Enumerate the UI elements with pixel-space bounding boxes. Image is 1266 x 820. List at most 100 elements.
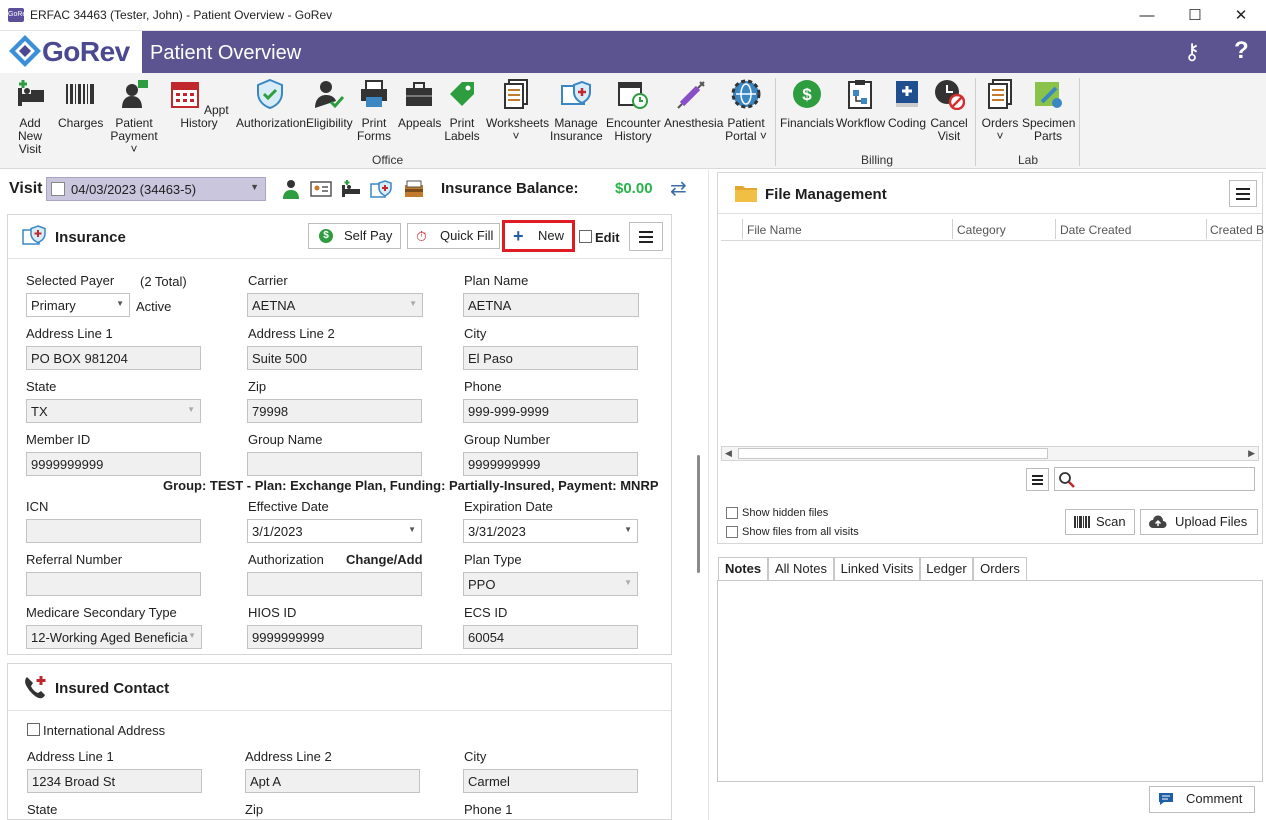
ribbon-separator — [975, 78, 976, 166]
plan-type-select[interactable]: PPO ▼ — [463, 572, 638, 596]
chevron-down-icon: ▼ — [250, 182, 259, 192]
payer-select[interactable]: Primary ▼ — [26, 293, 130, 317]
column-date-created[interactable]: Date Created — [1060, 223, 1131, 237]
tab-notes[interactable]: Notes — [718, 557, 768, 581]
state-select[interactable]: TX ▼ — [26, 399, 201, 423]
patient-icon[interactable] — [280, 179, 302, 199]
appt-history-button[interactable]: Appt History — [166, 78, 232, 130]
patient-payment-button[interactable]: Patient Payment ˅ — [106, 78, 162, 156]
print-forms-button[interactable]: Print Forms — [354, 78, 394, 143]
add-new-visit-button[interactable]: Add New Visit — [6, 78, 54, 156]
plan-name-field[interactable]: AETNA — [463, 293, 639, 317]
group-number-field[interactable]: 9999999999 — [463, 452, 638, 476]
tab-all-notes[interactable]: All Notes — [768, 557, 834, 581]
effective-date-picker[interactable]: 3/1/2023 ▼ — [247, 519, 422, 543]
insurance-menu-button[interactable] — [629, 222, 663, 251]
city-field[interactable]: El Paso — [463, 346, 638, 370]
address1-field[interactable]: PO BOX 981204 — [26, 346, 201, 370]
scan-button[interactable]: Scan — [1065, 509, 1135, 535]
charges-button[interactable]: Charges — [58, 78, 103, 130]
selected-payer-label: Selected Payer — [26, 273, 115, 288]
chevron-down-icon: ▼ — [188, 631, 196, 640]
phone-field[interactable]: 999-999-9999 — [463, 399, 638, 423]
globe-gear-icon — [731, 79, 761, 109]
tab-ledger[interactable]: Ledger — [920, 557, 973, 581]
edit-checkbox[interactable] — [579, 230, 592, 243]
total-payers-label: (2 Total) — [140, 274, 187, 289]
anesthesia-button[interactable]: Anesthesia — [664, 78, 723, 130]
ic-zip-label: Zip — [245, 802, 264, 817]
financials-button[interactable]: $ Financials — [780, 78, 834, 130]
referral-number-field[interactable] — [26, 572, 201, 596]
panel-splitter[interactable] — [708, 170, 709, 820]
scroll-thumb[interactable] — [738, 448, 1048, 459]
insurance-summary: Group: TEST - Plan: Exchange Plan, Fundi… — [163, 478, 659, 493]
ic-city-field[interactable]: Carmel — [463, 769, 638, 793]
encounter-history-button[interactable]: Encounter History — [606, 78, 661, 143]
international-address-checkbox[interactable] — [27, 723, 40, 736]
upload-files-button[interactable]: Upload Files — [1140, 509, 1258, 535]
ecs-id-field[interactable]: 60054 — [463, 625, 638, 649]
window-title: ERFAC 34463 (Tester, John) - Patient Ove… — [30, 8, 333, 22]
hios-id-field[interactable]: 9999999999 — [247, 625, 422, 649]
wallet-card-icon[interactable] — [403, 179, 425, 199]
appeals-button[interactable]: Appeals — [398, 78, 441, 130]
medicare-secondary-select[interactable]: 12-Working Aged Beneficia ▼ — [26, 625, 202, 649]
insurance-shield-icon[interactable] — [370, 179, 392, 199]
carrier-select[interactable]: AETNA ▼ — [247, 293, 423, 317]
visit-checkbox[interactable] — [51, 182, 65, 196]
authorization-button[interactable]: Authorization — [236, 78, 306, 130]
patient-portal-button[interactable]: Patient Portal ˅ — [722, 78, 770, 143]
comment-button[interactable]: Comment — [1149, 786, 1255, 813]
user-keys-icon[interactable]: ⚷ — [1184, 39, 1200, 65]
group-name-field[interactable] — [247, 452, 422, 476]
manage-insurance-button[interactable]: Manage Insurance — [550, 78, 603, 143]
cancel-visit-button[interactable]: Cancel Visit — [930, 78, 968, 143]
member-id-field[interactable]: 9999999999 — [26, 452, 201, 476]
scroll-left-icon[interactable]: ◀ — [725, 448, 732, 459]
insurance-card-icon — [561, 80, 591, 105]
eligibility-button[interactable]: Eligibility — [306, 78, 353, 130]
change-add-link[interactable]: Change/Add — [346, 552, 423, 567]
vertical-scrollbar[interactable] — [697, 455, 700, 573]
swap-arrows-icon[interactable]: ⇄ — [670, 176, 687, 201]
workflow-button[interactable]: Workflow — [836, 78, 885, 130]
tab-linked-visits[interactable]: Linked Visits — [834, 557, 920, 581]
scroll-right-icon[interactable]: ▶ — [1248, 448, 1255, 459]
ic-address2-label: Address Line 2 — [245, 749, 332, 764]
column-created-by[interactable]: Created B — [1210, 223, 1264, 237]
icn-field[interactable] — [26, 519, 201, 543]
maximize-button[interactable]: ☐ — [1172, 0, 1218, 31]
authorization-field[interactable] — [247, 572, 422, 596]
expiration-date-picker[interactable]: 3/31/2023 ▼ — [463, 519, 638, 543]
bed-icon[interactable] — [340, 179, 362, 199]
orders-button[interactable]: Orders ˅ — [980, 78, 1020, 143]
minimize-button[interactable]: — — [1124, 0, 1170, 31]
self-pay-button[interactable]: $ Self Pay — [308, 223, 401, 249]
column-file-name[interactable]: File Name — [747, 223, 802, 237]
worksheets-button[interactable]: Worksheets ˅ — [486, 78, 549, 143]
horizontal-scrollbar[interactable]: ◀ ▶ — [721, 446, 1259, 461]
divider — [718, 213, 1262, 214]
list-view-button[interactable] — [1026, 468, 1049, 491]
zip-field[interactable]: 79998 — [247, 399, 422, 423]
close-button[interactable]: ✕ — [1218, 0, 1264, 31]
id-card-icon[interactable] — [310, 179, 332, 199]
ic-address2-field[interactable]: Apt A — [245, 769, 420, 793]
print-labels-button[interactable]: Print Labels — [444, 78, 480, 143]
ic-address1-field[interactable]: 1234 Broad St — [27, 769, 202, 793]
show-all-visits-checkbox[interactable] — [726, 526, 738, 538]
new-insurance-button[interactable]: + New — [502, 220, 575, 252]
column-category[interactable]: Category — [957, 223, 1006, 237]
tab-orders[interactable]: Orders — [973, 557, 1027, 581]
coding-button[interactable]: Coding — [886, 78, 928, 130]
file-management-menu-button[interactable] — [1229, 180, 1257, 207]
address2-field[interactable]: Suite 500 — [247, 346, 422, 370]
calendar-clock-icon — [618, 82, 648, 109]
help-icon[interactable]: ? — [1234, 37, 1249, 65]
quick-fill-button[interactable]: ⏱ Quick Fill — [407, 223, 500, 249]
visit-select[interactable]: 04/03/2023 (34463-5) ▼ — [46, 177, 266, 201]
file-search-input[interactable] — [1054, 467, 1255, 491]
show-hidden-files-checkbox[interactable] — [726, 507, 738, 519]
specimen-parts-button[interactable]: Specimen Parts — [1022, 78, 1075, 143]
